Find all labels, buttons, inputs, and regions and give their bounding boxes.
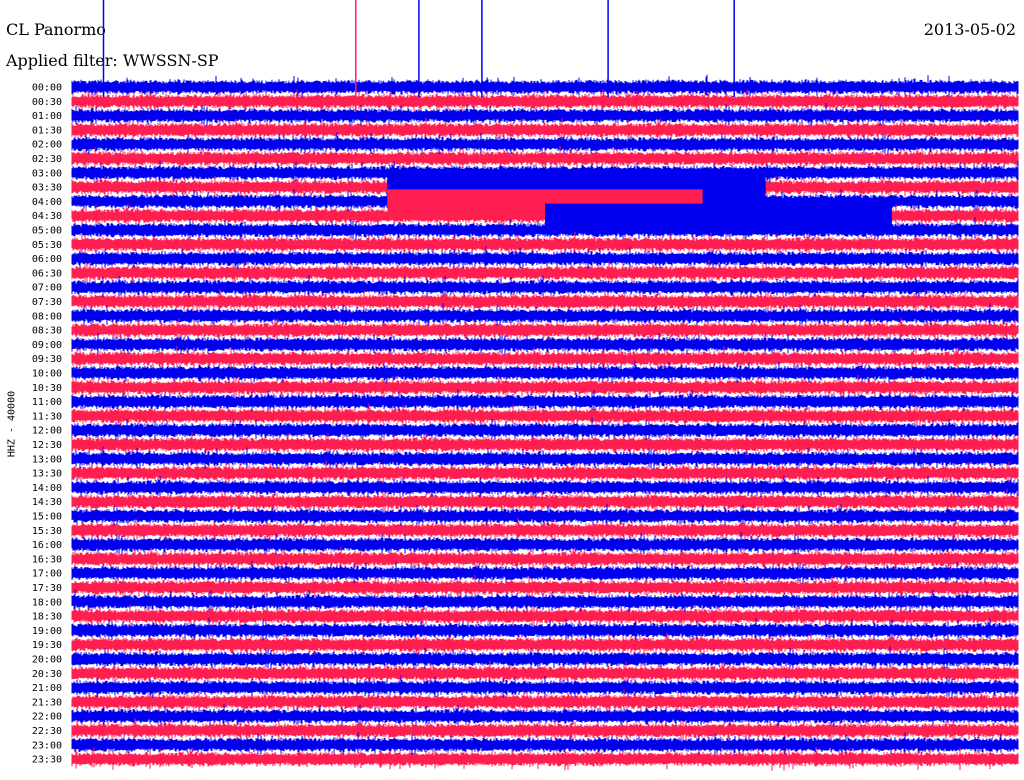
row-tick-label: 14:00 bbox=[32, 483, 62, 494]
row-tick-label: 16:30 bbox=[32, 554, 62, 565]
row-tick-label: 13:00 bbox=[32, 454, 62, 465]
row-tick-label: 01:00 bbox=[32, 111, 62, 122]
row-tick-label: 18:30 bbox=[32, 612, 62, 623]
row-tick-label: 15:00 bbox=[32, 512, 62, 523]
row-tick-label: 23:00 bbox=[32, 740, 62, 751]
row-tick-label: 00:00 bbox=[32, 83, 62, 94]
row-tick-label: 05:30 bbox=[32, 240, 62, 251]
row-tick-label: 17:30 bbox=[32, 583, 62, 594]
row-tick-label: 18:00 bbox=[32, 597, 62, 608]
row-tick-label: 06:00 bbox=[32, 254, 62, 265]
row-tick-label: 02:30 bbox=[32, 154, 62, 165]
row-tick-label: 21:30 bbox=[32, 697, 62, 708]
row-tick-label: 16:00 bbox=[32, 540, 62, 551]
row-tick-label: 22:30 bbox=[32, 726, 62, 737]
trace-row-2100 bbox=[71, 675, 1019, 700]
dense-segment bbox=[545, 203, 892, 228]
row-tick-label: 01:30 bbox=[32, 125, 62, 136]
row-tick-label: 15:30 bbox=[32, 526, 62, 537]
trace-row-0000 bbox=[71, 74, 1019, 98]
trace-row-1800 bbox=[71, 589, 1019, 615]
row-tick-label: 17:00 bbox=[32, 569, 62, 580]
row-tick-label: 11:00 bbox=[32, 397, 62, 408]
row-tick-label: 22:00 bbox=[32, 712, 62, 723]
trace-row-1430 bbox=[71, 489, 1019, 514]
row-tick-label: 05:00 bbox=[32, 226, 62, 237]
row-tick-label: 06:30 bbox=[32, 268, 62, 279]
row-tick-label: 14:30 bbox=[32, 497, 62, 508]
row-tick-label: 12:30 bbox=[32, 440, 62, 451]
row-tick-label: 12:00 bbox=[32, 426, 62, 437]
row-tick-label: 08:00 bbox=[32, 311, 62, 322]
row-tick-label: 20:30 bbox=[32, 669, 62, 680]
row-tick-label: 19:00 bbox=[32, 626, 62, 637]
row-tick-label: 08:30 bbox=[32, 326, 62, 337]
row-tick-label: 04:30 bbox=[32, 211, 62, 222]
row-tick-label: 10:30 bbox=[32, 383, 62, 394]
row-tick-label: 07:00 bbox=[32, 283, 62, 294]
row-tick-label: 19:30 bbox=[32, 640, 62, 651]
row-tick-label: 09:00 bbox=[32, 340, 62, 351]
row-tick-label: 10:00 bbox=[32, 369, 62, 380]
row-tick-label: 11:30 bbox=[32, 411, 62, 422]
row-tick-label: 20:00 bbox=[32, 655, 62, 666]
row-tick-label: 21:00 bbox=[32, 683, 62, 694]
row-tick-label: 00:30 bbox=[32, 97, 62, 108]
row-tick-label: 23:30 bbox=[32, 755, 62, 766]
row-tick-label: 02:00 bbox=[32, 140, 62, 151]
row-tick-label: 07:30 bbox=[32, 297, 62, 308]
trace-row-1700 bbox=[71, 561, 1019, 586]
trace-row-1530 bbox=[71, 518, 1019, 543]
helicorder-plot: 00:00 00:30 01:00 01:30 02:00 02:30 03:00 03:30… bbox=[32, 0, 1019, 771]
trace-row-1830 bbox=[71, 604, 1019, 629]
row-tick-label: 13:30 bbox=[32, 469, 62, 480]
row-tick-label: 03:30 bbox=[32, 183, 62, 194]
row-tick-label: 03:00 bbox=[32, 168, 62, 179]
row-tick-label: 09:30 bbox=[32, 354, 62, 365]
row-tick-label: 04:00 bbox=[32, 197, 62, 208]
